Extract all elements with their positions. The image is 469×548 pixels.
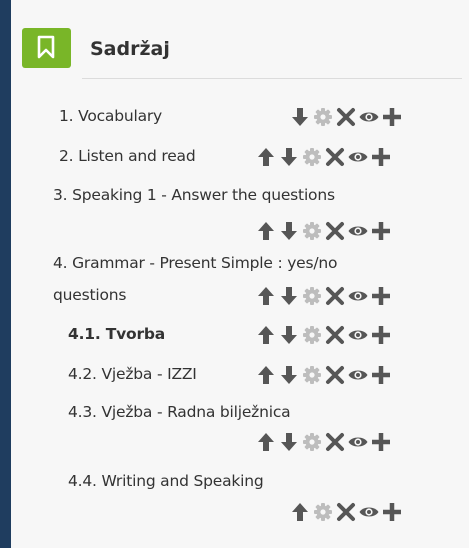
add-plus-icon[interactable]: [370, 220, 392, 242]
add-plus-icon[interactable]: [370, 285, 392, 307]
arrow-up-icon[interactable]: [289, 501, 311, 523]
toc-item-controls: [254, 431, 392, 453]
toc-item-controls: [254, 285, 392, 307]
add-plus-icon[interactable]: [370, 146, 392, 168]
delete-x-icon[interactable]: [335, 501, 357, 523]
add-plus-icon[interactable]: [381, 501, 403, 523]
toc-item-controls: [288, 501, 403, 523]
gear-icon[interactable]: [312, 501, 334, 523]
delete-x-icon[interactable]: [324, 431, 346, 453]
eye-icon[interactable]: [358, 106, 380, 128]
toc-item-controls: [254, 324, 392, 346]
eye-icon[interactable]: [347, 324, 369, 346]
arrow-up-icon[interactable]: [255, 285, 277, 307]
toc-item-label[interactable]: 3. Speaking 1 - Answer the questions: [53, 186, 335, 204]
bookmark-badge: [22, 28, 71, 68]
add-plus-icon[interactable]: [370, 364, 392, 386]
gear-icon[interactable]: [301, 431, 323, 453]
content-panel: [11, 0, 469, 548]
add-plus-icon[interactable]: [370, 324, 392, 346]
bookmark-icon: [37, 35, 55, 59]
gear-icon[interactable]: [301, 364, 323, 386]
gear-icon[interactable]: [312, 106, 334, 128]
toc-item-label[interactable]: 4. Grammar - Present Simple : yes/no: [53, 254, 338, 272]
toc-subitem-label[interactable]: 4.2. Vježba - IZZI: [68, 365, 197, 383]
eye-icon[interactable]: [347, 285, 369, 307]
eye-icon[interactable]: [347, 431, 369, 453]
arrow-up-icon[interactable]: [255, 431, 277, 453]
delete-x-icon[interactable]: [324, 364, 346, 386]
toc-item-controls: [254, 146, 392, 168]
arrow-down-icon[interactable]: [278, 431, 300, 453]
arrow-up-icon[interactable]: [255, 324, 277, 346]
toc-subitem-label[interactable]: 4.3. Vježba - Radna bilježnica: [68, 403, 291, 421]
arrow-down-icon[interactable]: [278, 285, 300, 307]
delete-x-icon[interactable]: [324, 285, 346, 307]
eye-icon[interactable]: [347, 364, 369, 386]
panel-title: Sadržaj: [90, 38, 170, 60]
toc-item-label[interactable]: 2. Listen and read: [59, 147, 196, 165]
gear-icon[interactable]: [301, 324, 323, 346]
toc-item-controls: [288, 106, 403, 128]
arrow-down-icon[interactable]: [278, 146, 300, 168]
arrow-down-icon[interactable]: [278, 220, 300, 242]
arrow-down-icon[interactable]: [289, 106, 311, 128]
arrow-up-icon[interactable]: [255, 146, 277, 168]
delete-x-icon[interactable]: [324, 146, 346, 168]
gear-icon[interactable]: [301, 285, 323, 307]
eye-icon[interactable]: [358, 501, 380, 523]
add-plus-icon[interactable]: [370, 431, 392, 453]
add-plus-icon[interactable]: [381, 106, 403, 128]
toc-subitem-label[interactable]: 4.4. Writing and Speaking: [68, 472, 264, 490]
arrow-up-icon[interactable]: [255, 364, 277, 386]
header-divider: [82, 78, 462, 79]
toc-subitem-label-current[interactable]: 4.1. Tvorba: [68, 325, 165, 343]
toc-item-controls: [254, 364, 392, 386]
gear-icon[interactable]: [301, 146, 323, 168]
arrow-up-icon[interactable]: [255, 220, 277, 242]
toc-item-label[interactable]: 1. Vocabulary: [59, 107, 162, 125]
toc-item-controls: [254, 220, 392, 242]
delete-x-icon[interactable]: [324, 220, 346, 242]
eye-icon[interactable]: [347, 220, 369, 242]
arrow-down-icon[interactable]: [278, 324, 300, 346]
delete-x-icon[interactable]: [335, 106, 357, 128]
arrow-down-icon[interactable]: [278, 364, 300, 386]
gear-icon[interactable]: [301, 220, 323, 242]
toc-item-label-line2[interactable]: questions: [53, 286, 126, 304]
eye-icon[interactable]: [347, 146, 369, 168]
delete-x-icon[interactable]: [324, 324, 346, 346]
panel-header: Sadržaj: [22, 28, 462, 79]
